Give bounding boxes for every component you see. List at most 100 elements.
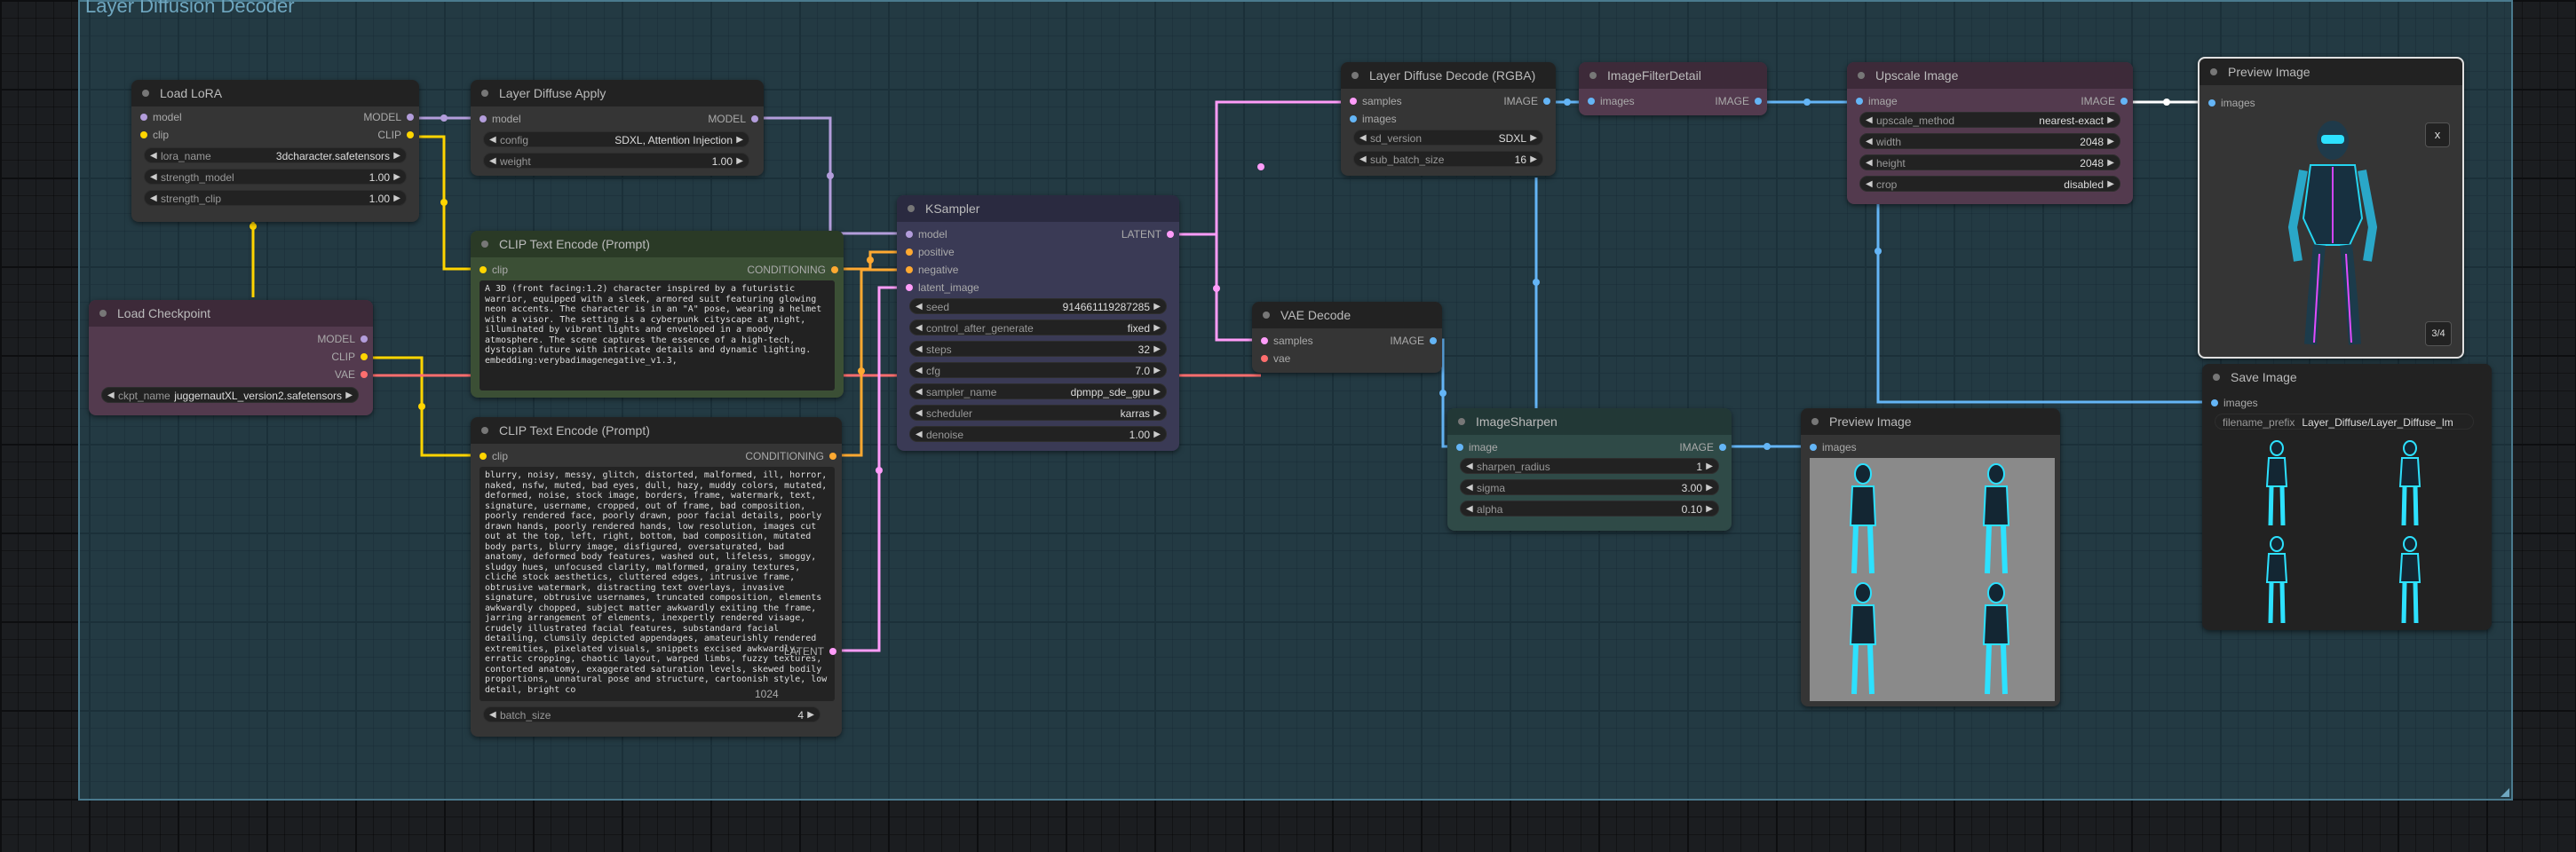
socket-icon[interactable] [906, 266, 913, 273]
arrow-left-icon[interactable]: ◀ [915, 427, 923, 443]
output-latent[interactable]: LATENT [1122, 227, 1174, 241]
arrow-right-icon[interactable]: ▶ [393, 148, 400, 164]
node-header[interactable]: Save Image [2202, 364, 2492, 390]
node-header[interactable]: ImageFilterDetail [1579, 62, 1767, 89]
arrow-left-icon[interactable]: ◀ [915, 363, 923, 379]
arrow-left-icon[interactable]: ◀ [1466, 501, 1473, 517]
widget-height[interactable]: ◀ height 2048 ▶ [1859, 154, 2120, 170]
node-preview-image-mid[interactable]: Preview Image images [1801, 408, 2060, 706]
widget-strength-clip[interactable]: ◀ strength_clip 1.00 ▶ [144, 190, 407, 206]
collapse-dot-icon[interactable] [481, 427, 488, 434]
widget-filename-prefix[interactable]: filename_prefix Layer_Diffuse/Layer_Diffu… [2215, 414, 2474, 430]
input-clip[interactable]: clip [480, 449, 508, 463]
widget-config[interactable]: ◀ config SDXL, Attention Injection ▶ [483, 131, 749, 147]
socket-icon[interactable] [1456, 444, 1463, 451]
arrow-left-icon[interactable]: ◀ [1866, 155, 1873, 171]
collapse-dot-icon[interactable] [2213, 374, 2220, 381]
socket-icon[interactable] [831, 266, 838, 273]
widget-alpha[interactable]: ◀ alpha 0.10 ▶ [1460, 501, 1719, 517]
output-model[interactable]: MODEL [317, 332, 368, 346]
input-image[interactable]: image [1456, 440, 1498, 454]
socket-icon[interactable] [2208, 99, 2215, 106]
node-header[interactable]: Load Checkpoint [89, 300, 373, 327]
arrow-left-icon[interactable]: ◀ [489, 132, 496, 148]
arrow-right-icon[interactable]: ▶ [736, 154, 743, 170]
input-vae[interactable]: vae [1261, 351, 1290, 366]
widget-sigma[interactable]: ◀ sigma 3.00 ▶ [1460, 479, 1719, 495]
socket-icon[interactable] [140, 131, 147, 138]
socket-icon[interactable] [2120, 98, 2128, 105]
output-conditioning[interactable]: CONDITIONING [745, 449, 836, 463]
arrow-right-icon[interactable]: ▶ [1530, 130, 1537, 146]
widget-denoise[interactable]: ◀ denoise 1.00 ▶ [909, 426, 1167, 442]
socket-icon[interactable] [1350, 115, 1357, 122]
input-images[interactable]: images [2211, 396, 2258, 410]
node-clip-text-encode-positive[interactable]: CLIP Text Encode (Prompt) clip CONDITION… [471, 231, 844, 398]
arrow-right-icon[interactable]: ▶ [1153, 342, 1161, 358]
widget-sub-batch-size[interactable]: ◀ sub_batch_size 16 ▶ [1353, 151, 1543, 167]
arrow-left-icon[interactable]: ◀ [915, 320, 923, 336]
close-preview-button[interactable]: x [2425, 122, 2450, 147]
widget-sampler-name[interactable]: ◀ sampler_name dpmpp_sde_gpu ▶ [909, 383, 1167, 399]
collapse-dot-icon[interactable] [1458, 418, 1465, 425]
arrow-right-icon[interactable]: ▶ [1153, 363, 1161, 379]
collapse-dot-icon[interactable] [2210, 68, 2217, 75]
node-layer-diffuse-apply[interactable]: Layer Diffuse Apply model MODEL ◀ config S… [471, 80, 764, 176]
collapse-dot-icon[interactable] [908, 205, 915, 212]
socket-icon[interactable] [480, 453, 487, 460]
node-header[interactable]: Layer Diffuse Decode (RGBA) [1341, 62, 1556, 89]
node-save-image[interactable]: Save Image images filename_prefix Layer_D… [2202, 364, 2492, 630]
output-image[interactable]: IMAGE [1715, 94, 1762, 108]
node-preview-image-top[interactable]: Preview Image images x 3/4 [2198, 57, 2464, 359]
input-images[interactable]: images [1810, 440, 1857, 454]
widget-crop[interactable]: ◀ crop disabled ▶ [1859, 176, 2120, 192]
arrow-right-icon[interactable]: ▶ [1153, 427, 1161, 443]
collapse-dot-icon[interactable] [1858, 72, 1865, 79]
preview-character-image[interactable] [2284, 112, 2382, 353]
socket-icon[interactable] [906, 231, 913, 238]
node-header[interactable]: Preview Image [1801, 408, 2060, 435]
input-model[interactable]: model [906, 227, 947, 241]
arrow-right-icon[interactable]: ▶ [1706, 501, 1713, 517]
arrow-right-icon[interactable]: ▶ [2107, 155, 2114, 171]
widget-ckpt-name[interactable]: ◀ ckpt_name juggernautXL_version2.safetens… [101, 387, 359, 403]
input-model[interactable]: model [140, 110, 182, 124]
arrow-right-icon[interactable]: ▶ [807, 707, 814, 723]
socket-icon[interactable] [407, 114, 414, 121]
widget-strength-model[interactable]: ◀ strength_model 1.00 ▶ [144, 169, 407, 185]
node-header[interactable]: CLIP Text Encode (Prompt) [471, 231, 844, 257]
socket-icon[interactable] [1430, 337, 1437, 344]
output-clip[interactable]: CLIP [331, 350, 368, 364]
input-images[interactable]: images [2208, 96, 2255, 110]
arrow-right-icon[interactable]: ▶ [393, 191, 400, 207]
arrow-left-icon[interactable]: ◀ [1866, 113, 1873, 129]
socket-icon[interactable] [829, 453, 836, 460]
arrow-right-icon[interactable]: ▶ [1153, 320, 1161, 336]
widget-sharpen-radius[interactable]: ◀ sharpen_radius 1 ▶ [1460, 458, 1719, 474]
socket-icon[interactable] [1543, 98, 1550, 105]
socket-icon[interactable] [829, 648, 836, 655]
prompt-textarea[interactable]: blurry, noisy, messy, glitch, distorted,… [480, 467, 835, 701]
arrow-right-icon[interactable]: ▶ [2107, 177, 2114, 193]
socket-icon[interactable] [361, 371, 368, 378]
socket-icon[interactable] [751, 115, 758, 122]
node-ksampler[interactable]: KSampler model positive negative latent_… [897, 195, 1179, 451]
arrow-left-icon[interactable]: ◀ [1866, 134, 1873, 150]
socket-icon[interactable] [1719, 444, 1726, 451]
widget-steps[interactable]: ◀ steps 32 ▶ [909, 341, 1167, 357]
socket-icon[interactable] [480, 115, 487, 122]
output-vae[interactable]: VAE [335, 367, 368, 382]
node-clip-text-encode-negative[interactable]: CLIP Text Encode (Prompt) clip CONDITION… [471, 417, 842, 737]
input-samples[interactable]: samples [1350, 94, 1402, 108]
arrow-left-icon[interactable]: ◀ [1359, 130, 1367, 146]
widget-weight[interactable]: ◀ weight 1.00 ▶ [483, 153, 749, 169]
node-vae-decode[interactable]: VAE Decode samples vae IMAGE [1252, 302, 1442, 373]
collapse-dot-icon[interactable] [99, 310, 107, 317]
node-header[interactable]: Load LoRA [131, 80, 419, 106]
collapse-dot-icon[interactable] [481, 90, 488, 97]
socket-icon[interactable] [1261, 337, 1268, 344]
socket-icon[interactable] [1261, 355, 1268, 362]
node-header[interactable]: Preview Image [2200, 59, 2462, 85]
arrow-right-icon[interactable]: ▶ [345, 388, 353, 404]
arrow-right-icon[interactable]: ▶ [2107, 113, 2114, 129]
